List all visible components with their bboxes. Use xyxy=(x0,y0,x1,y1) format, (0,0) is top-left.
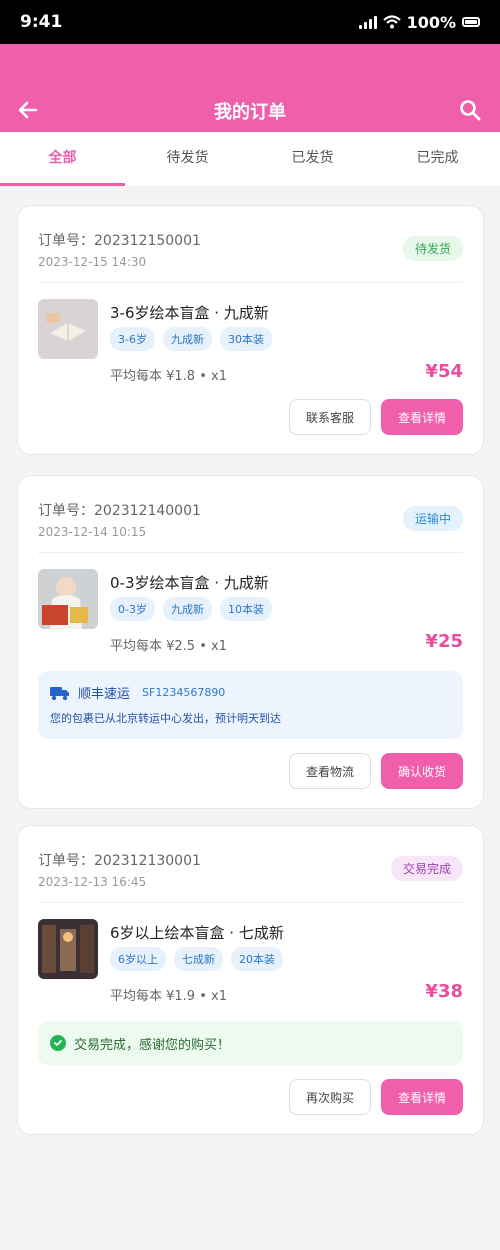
status-badge: 交易完成 xyxy=(390,856,463,881)
product-tags: 0-3岁 九成新 10本装 xyxy=(110,597,272,621)
tracking-number: SF1234567890 xyxy=(142,686,226,699)
page-title: 我的订单 xyxy=(214,102,286,123)
status-indicators: 100% xyxy=(358,12,480,32)
carrier-name: 顺丰速运 xyxy=(78,687,131,702)
view-logistics-button[interactable]: 查看物流 xyxy=(288,753,371,789)
check-circle-icon xyxy=(50,1035,66,1051)
status-badge: 待发货 xyxy=(402,236,463,261)
order-price: ¥25 xyxy=(425,631,463,652)
tag-quantity: 30本装 xyxy=(219,327,272,351)
tag-condition: 九成新 xyxy=(162,597,212,621)
product-meta: 平均每本 ¥2.5 • x1 xyxy=(110,639,227,654)
product-meta: 平均每本 ¥1.8 • x1 xyxy=(110,369,227,384)
product-tags: 6岁以上 七成新 20本装 xyxy=(110,947,283,971)
truck-icon xyxy=(50,686,69,700)
order-number: 订单号：202312150001 xyxy=(38,233,201,249)
product-tags: 3-6岁 九成新 30本装 xyxy=(110,327,272,351)
tag-quantity: 10本装 xyxy=(219,597,272,621)
completion-message: 交易完成，感谢您的购买！ xyxy=(74,1037,231,1053)
logistics-header: 顺丰速运 SF1234567890 xyxy=(50,683,451,702)
product-row[interactable]: 3-6岁绘本盲盒 · 九成新 3-6岁 九成新 30本装 平均每本 ¥1.8 •… xyxy=(38,283,463,385)
order-header: 订单号：202312140001 2023-12-14 10:15 运输中 xyxy=(38,476,463,553)
order-actions: 联系客服 查看详情 xyxy=(38,385,463,454)
confirm-receipt-button[interactable]: 确认收货 xyxy=(381,753,463,789)
product-row[interactable]: 6岁以上绘本盲盒 · 七成新 6岁以上 七成新 20本装 平均每本 ¥1.9 •… xyxy=(38,903,463,1005)
order-card: 订单号：202312140001 2023-12-14 10:15 运输中 0-… xyxy=(17,475,484,809)
order-time: 2023-12-14 10:15 xyxy=(38,525,147,539)
product-image xyxy=(38,569,98,629)
status-bar: 9:41 100% xyxy=(0,0,500,44)
tab-all[interactable]: 全部 xyxy=(0,132,125,186)
order-actions: 再次购买 查看详情 xyxy=(38,1065,463,1134)
product-image xyxy=(38,919,98,979)
product-name: 3-6岁绘本盲盒 · 九成新 xyxy=(110,304,269,322)
tag-age: 3-6岁 xyxy=(110,327,155,351)
tab-shipped[interactable]: 已发货 xyxy=(250,132,375,186)
view-details-button[interactable]: 查看详情 xyxy=(381,1079,463,1115)
order-price: ¥54 xyxy=(425,361,463,382)
battery-percent: 100% xyxy=(406,12,456,32)
completion-notice: 交易完成，感谢您的购买！ xyxy=(38,1021,463,1065)
order-time: 2023-12-13 16:45 xyxy=(38,875,147,889)
battery-icon xyxy=(462,17,480,27)
order-number: 订单号：202312130001 xyxy=(38,853,201,869)
product-name: 0-3岁绘本盲盒 · 九成新 xyxy=(110,574,269,592)
product-image xyxy=(38,299,98,359)
order-card: 订单号：202312130001 2023-12-13 16:45 交易完成 6… xyxy=(17,825,484,1135)
order-card: 订单号：202312150001 2023-12-15 14:30 待发货 3-… xyxy=(17,205,484,455)
status-time: 9:41 xyxy=(20,12,63,32)
signal-icon xyxy=(358,15,377,29)
order-actions: 查看物流 确认收货 xyxy=(38,739,463,808)
tag-quantity: 20本装 xyxy=(231,947,283,971)
tag-condition: 九成新 xyxy=(162,327,212,351)
wifi-icon xyxy=(382,15,401,29)
logistics-message: 您的包裹已从北京转运中心发出，预计明天到达 xyxy=(50,712,281,725)
view-details-button[interactable]: 查看详情 xyxy=(381,399,463,435)
order-tabs: 全部 待发货 已发货 已完成 xyxy=(0,132,500,187)
order-time: 2023-12-15 14:30 xyxy=(38,255,147,269)
order-header: 订单号：202312130001 2023-12-13 16:45 交易完成 xyxy=(38,826,463,903)
tab-pending-shipment[interactable]: 待发货 xyxy=(125,132,250,186)
tag-age: 6岁以上 xyxy=(110,947,166,971)
tag-age: 0-3岁 xyxy=(110,597,155,621)
logistics-box[interactable]: 顺丰速运 SF1234567890 您的包裹已从北京转运中心发出，预计明天到达 xyxy=(38,671,463,739)
buy-again-button[interactable]: 再次购买 xyxy=(288,1079,371,1115)
product-row[interactable]: 0-3岁绘本盲盒 · 九成新 0-3岁 九成新 10本装 平均每本 ¥2.5 •… xyxy=(38,553,463,655)
tag-condition: 七成新 xyxy=(174,947,223,971)
order-price: ¥38 xyxy=(425,981,463,1002)
app-header: 我的订单 xyxy=(0,44,500,132)
product-name: 6岁以上绘本盲盒 · 七成新 xyxy=(110,924,284,942)
product-meta: 平均每本 ¥1.9 • x1 xyxy=(110,989,227,1004)
tab-completed[interactable]: 已完成 xyxy=(375,132,500,186)
contact-support-button[interactable]: 联系客服 xyxy=(288,399,371,435)
order-number: 订单号：202312140001 xyxy=(38,503,201,519)
order-header: 订单号：202312150001 2023-12-15 14:30 待发货 xyxy=(38,206,463,283)
search-icon[interactable] xyxy=(458,98,482,122)
status-badge: 运输中 xyxy=(402,506,463,531)
